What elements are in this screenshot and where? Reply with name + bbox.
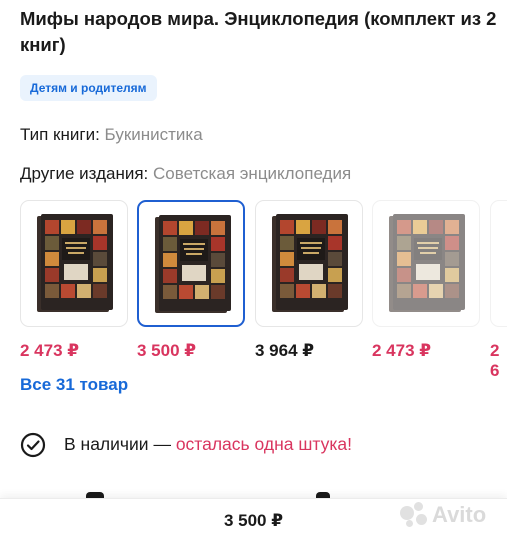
- watermark-text: Avito: [432, 502, 487, 527]
- other-editions-row: Другие издания: Советская энциклопедия: [20, 163, 351, 185]
- edition-card[interactable]: [372, 200, 480, 327]
- edition-card[interactable]: [255, 200, 363, 327]
- product-title: Мифы народов мира. Энциклопедия (комплек…: [20, 8, 497, 55]
- edition-price: 2 473 ₽: [372, 341, 432, 360]
- edition-price: 3 964 ₽: [255, 341, 315, 360]
- edition-price: 2 473 ₽: [20, 341, 80, 360]
- remaining-count-text: осталась одна штука!: [175, 434, 352, 454]
- category-tag[interactable]: Детям и родителям: [20, 75, 157, 101]
- edition-price: 2 6: [490, 341, 500, 380]
- edition-price: 3 500 ₽: [137, 341, 197, 360]
- book-cover-image: [389, 214, 465, 312]
- book-type-value: Букинистика: [104, 125, 203, 144]
- edition-card[interactable]: [20, 200, 128, 327]
- edition-card-selected[interactable]: [137, 200, 245, 327]
- book-cover-image: [272, 214, 348, 312]
- edition-card-partial[interactable]: [490, 200, 507, 327]
- book-type-label: Тип книги:: [20, 125, 100, 144]
- book-cover-image: [155, 215, 231, 313]
- availability-text: В наличии —: [64, 434, 176, 454]
- other-editions-label: Другие издания:: [20, 164, 149, 183]
- all-items-link[interactable]: Все 31 товар: [20, 374, 128, 396]
- other-editions-value: Советская энциклопедия: [153, 164, 352, 183]
- editions-carousel[interactable]: [20, 200, 507, 330]
- avito-watermark: Avito: [398, 500, 498, 532]
- book-cover-image: [37, 214, 113, 312]
- check-circle-icon: [20, 432, 46, 458]
- book-type-row: Тип книги: Букинистика: [20, 124, 203, 146]
